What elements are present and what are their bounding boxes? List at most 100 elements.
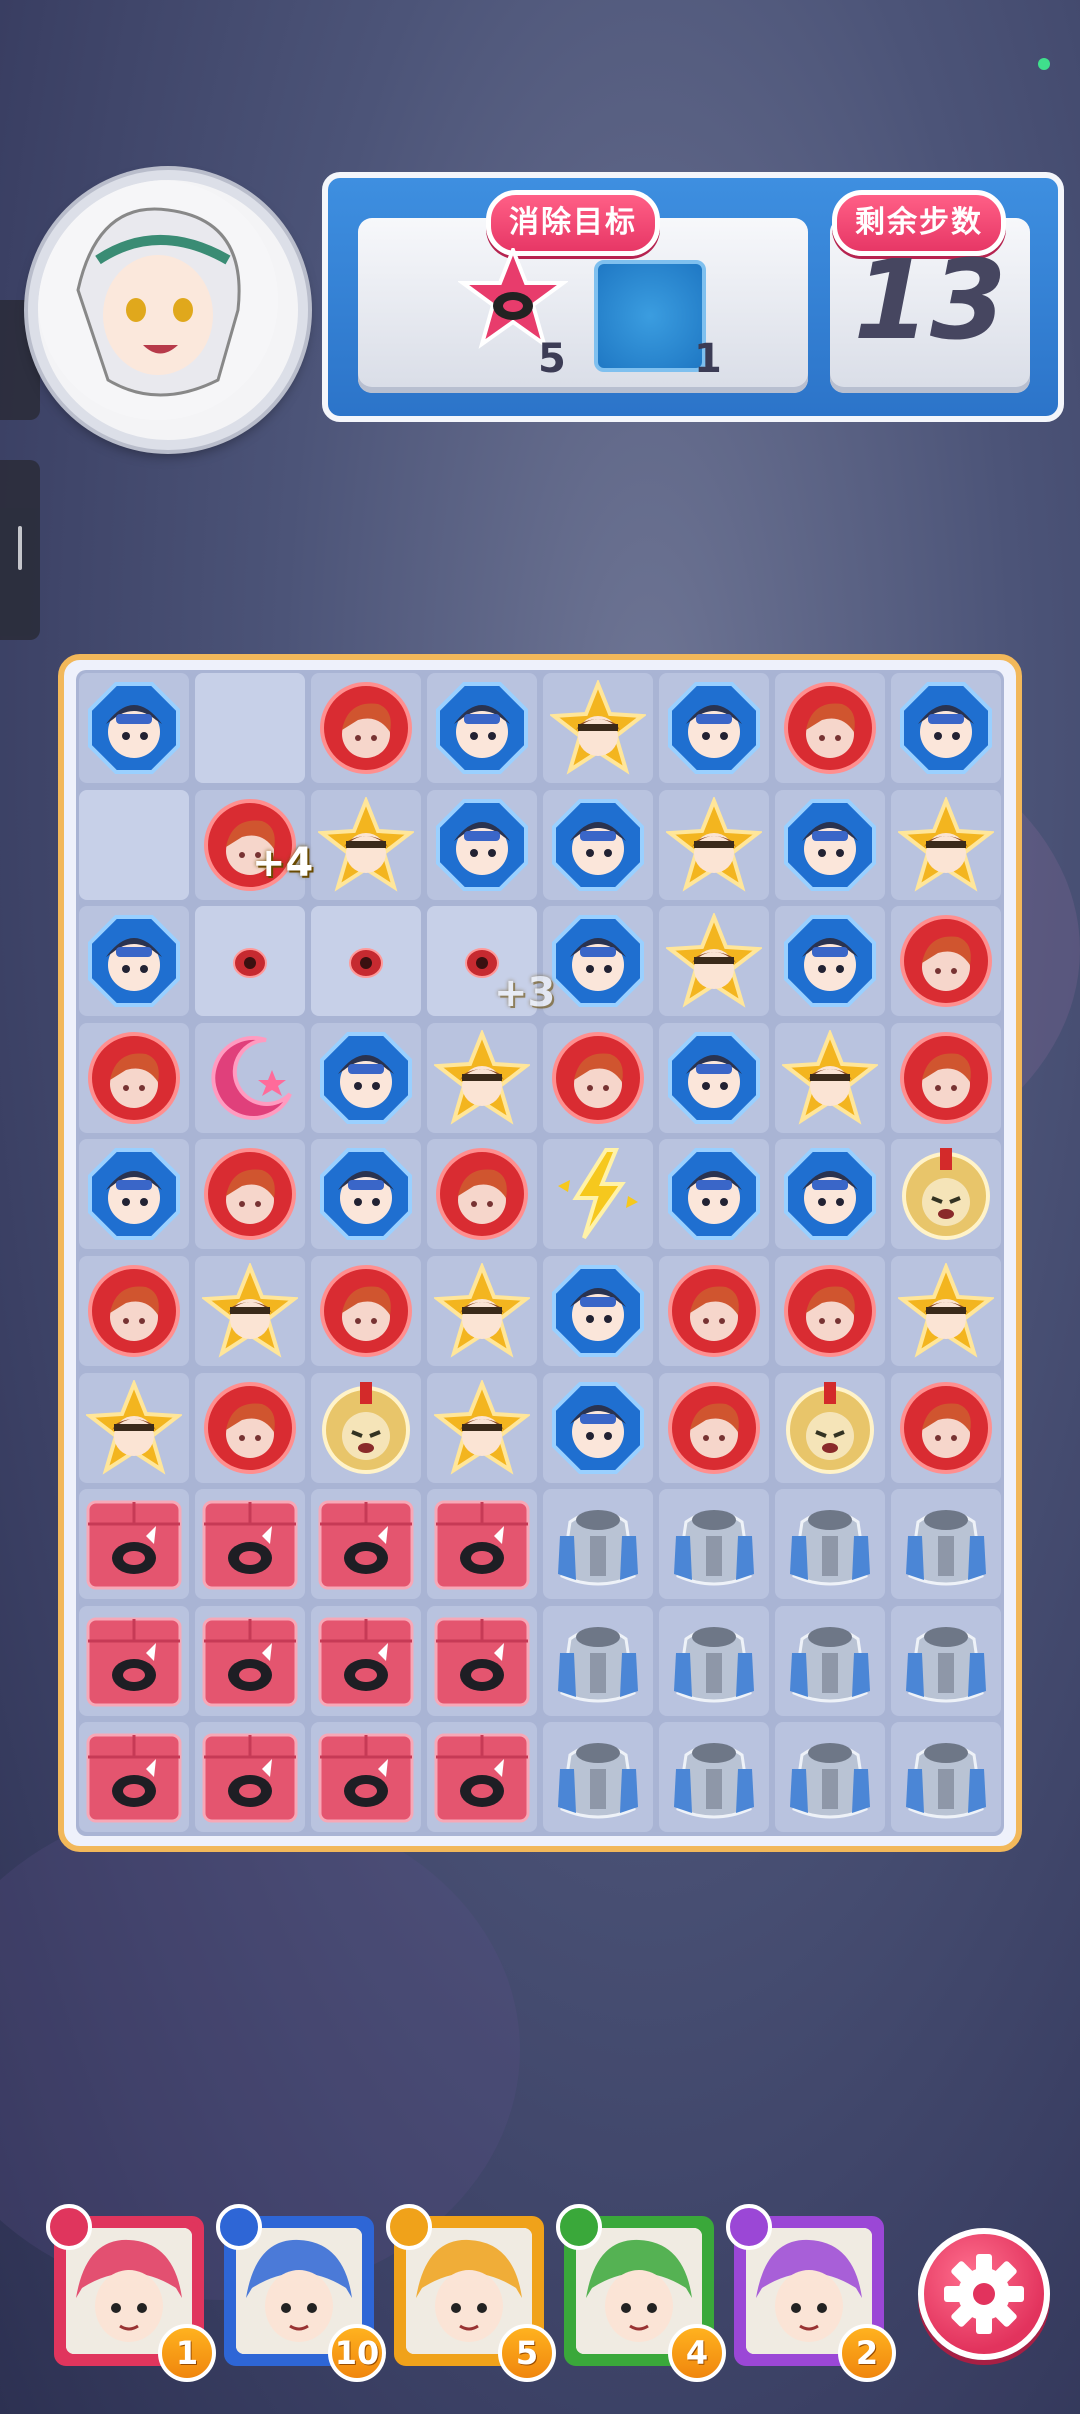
board-cell-silver-robot-blocker[interactable] (772, 1719, 888, 1835)
board-cell-pink-box-blocker[interactable] (192, 1486, 308, 1602)
board-cell-blue-octagon-gem[interactable] (424, 670, 540, 786)
board-cell-yellow-star-gem[interactable] (888, 1253, 1004, 1369)
character-card-hero-4[interactable]: 4 (556, 2204, 726, 2382)
settings-button[interactable] (918, 2228, 1050, 2360)
board-cell-pink-box-blocker[interactable] (192, 1603, 308, 1719)
silver-robot-blocker-icon (558, 1743, 638, 1819)
side-tab-handle[interactable] (0, 460, 40, 640)
board-cell-silver-robot-blocker[interactable] (656, 1486, 772, 1602)
board-cell-blue-octagon-gem[interactable] (308, 1136, 424, 1252)
board-cell-red-circle-gem[interactable] (888, 903, 1004, 1019)
board-cell-blue-octagon-gem[interactable] (656, 1020, 772, 1136)
silver-robot-blocker-icon (790, 1626, 870, 1703)
cross-icon (46, 2204, 92, 2250)
board-cell-silver-robot-blocker[interactable] (656, 1719, 772, 1835)
board-cell-blue-octagon-gem[interactable] (424, 787, 540, 903)
board-cell-red-circle-gem[interactable] (540, 1020, 656, 1136)
board-cell-blue-octagon-gem[interactable] (772, 1136, 888, 1252)
board-cell-pink-box-blocker[interactable] (76, 1486, 192, 1602)
board-cell-silver-robot-blocker[interactable] (772, 1486, 888, 1602)
board-cell-lightning-special[interactable] (540, 1136, 656, 1252)
board-cell-red-circle-gem[interactable] (424, 1136, 540, 1252)
board-cell-pink-box-blocker[interactable] (308, 1719, 424, 1835)
board-cell-yellow-star-gem[interactable] (192, 1253, 308, 1369)
board-cell-red-circle-gem[interactable] (192, 1370, 308, 1486)
player-avatar[interactable] (28, 170, 308, 450)
board-cell-red-circle-gem[interactable] (192, 1136, 308, 1252)
board-cell-blue-octagon-gem[interactable] (540, 1370, 656, 1486)
board-cell-silver-robot-blocker[interactable] (888, 1603, 1004, 1719)
board-cell-empty[interactable] (192, 670, 308, 786)
board-cell-blue-octagon-gem[interactable] (76, 903, 192, 1019)
board-cell-red-circle-gem[interactable] (888, 1370, 1004, 1486)
board-cell-red-circle-gem[interactable] (308, 1253, 424, 1369)
silver-robot-blocker-icon (906, 1510, 986, 1586)
board-cell-pink-box-blocker[interactable] (424, 1486, 540, 1602)
board-cell-yellow-star-gem[interactable] (888, 787, 1004, 903)
board-cell-silver-robot-blocker[interactable] (772, 1603, 888, 1719)
board-cell-pink-box-blocker[interactable] (76, 1603, 192, 1719)
board-cell-empty[interactable] (76, 787, 192, 903)
board-cell-yellow-star-gem[interactable] (540, 670, 656, 786)
board-cell-pink-box-blocker[interactable] (308, 1486, 424, 1602)
board-cell-small-red-orb[interactable] (308, 903, 424, 1019)
board-cell-silver-robot-blocker[interactable] (540, 1603, 656, 1719)
board-cell-blue-octagon-gem[interactable] (540, 903, 656, 1019)
board-cell-pink-moon-gem[interactable] (192, 1020, 308, 1136)
board-cell-silver-robot-blocker[interactable] (540, 1486, 656, 1602)
character-card-hero-3[interactable]: 5 (386, 2204, 556, 2382)
board-cell-small-red-orb[interactable] (192, 903, 308, 1019)
board-cell-yellow-star-gem[interactable] (424, 1020, 540, 1136)
silver-robot-blocker-icon (790, 1510, 870, 1586)
skill-charge-count: 2 (838, 2324, 896, 2382)
board-cell-pink-box-blocker[interactable] (192, 1719, 308, 1835)
board-cell-blue-octagon-gem[interactable] (656, 670, 772, 786)
board-cell-silver-robot-blocker[interactable] (888, 1719, 1004, 1835)
board-cell-blue-octagon-gem[interactable] (772, 787, 888, 903)
board-cell-red-circle-gem[interactable] (772, 1253, 888, 1369)
blue-octagon-gem-icon (552, 1265, 644, 1357)
board-cell-silver-robot-blocker[interactable] (656, 1603, 772, 1719)
board-cell-silver-robot-blocker[interactable] (540, 1719, 656, 1835)
board-cell-red-circle-gem[interactable] (772, 670, 888, 786)
board-cell-pink-box-blocker[interactable] (76, 1719, 192, 1835)
board-cell-yellow-star-gem[interactable] (308, 787, 424, 903)
board-cell-blue-octagon-gem[interactable] (76, 670, 192, 786)
board-cell-pink-box-blocker[interactable] (424, 1603, 540, 1719)
board-cell-blue-octagon-gem[interactable] (772, 903, 888, 1019)
board-cell-blue-octagon-gem[interactable] (540, 1253, 656, 1369)
board-cell-yellow-star-gem[interactable] (424, 1253, 540, 1369)
board-cell-red-circle-gem[interactable] (308, 670, 424, 786)
board-cell-silver-robot-blocker[interactable] (888, 1486, 1004, 1602)
board-cell-pink-box-blocker[interactable] (424, 1719, 540, 1835)
character-card-hero-5[interactable]: 2 (726, 2204, 896, 2382)
board-cell-red-circle-gem[interactable] (656, 1253, 772, 1369)
board-cell-blue-octagon-gem[interactable] (888, 670, 1004, 786)
board-cell-yellow-star-gem[interactable] (424, 1370, 540, 1486)
pink-box-blocker-icon (318, 1500, 414, 1590)
character-card-hero-2[interactable]: 10 (216, 2204, 386, 2382)
board-cell-yellow-star-gem[interactable] (656, 787, 772, 903)
board-cell-yellow-star-gem[interactable] (772, 1020, 888, 1136)
board-cell-gold-helmet-gem[interactable] (888, 1136, 1004, 1252)
character-card-hero-1[interactable]: 1 (46, 2204, 216, 2382)
yellow-star-gem-icon (434, 1029, 530, 1125)
board-cell-red-circle-gem[interactable] (76, 1253, 192, 1369)
blue-octagon-gem-icon (668, 1031, 760, 1124)
board-cell-red-circle-gem[interactable] (888, 1020, 1004, 1136)
red-circle-gem-icon (900, 1381, 992, 1474)
blue-octagon-gem-icon (784, 1148, 876, 1241)
pink-box-blocker-icon (434, 1617, 530, 1707)
board-cell-red-circle-gem[interactable] (656, 1370, 772, 1486)
board-cell-yellow-star-gem[interactable] (656, 903, 772, 1019)
board-cell-gold-helmet-gem[interactable] (772, 1370, 888, 1486)
board-cell-blue-octagon-gem[interactable] (76, 1136, 192, 1252)
board-cell-yellow-star-gem[interactable] (76, 1370, 192, 1486)
board-cell-blue-octagon-gem[interactable] (656, 1136, 772, 1252)
board-cell-blue-octagon-gem[interactable] (540, 787, 656, 903)
board-cell-blue-octagon-gem[interactable] (308, 1020, 424, 1136)
board-cell-pink-box-blocker[interactable] (308, 1603, 424, 1719)
red-circle-gem-icon (88, 1265, 180, 1357)
board-cell-gold-helmet-gem[interactable] (308, 1370, 424, 1486)
board-cell-red-circle-gem[interactable] (76, 1020, 192, 1136)
